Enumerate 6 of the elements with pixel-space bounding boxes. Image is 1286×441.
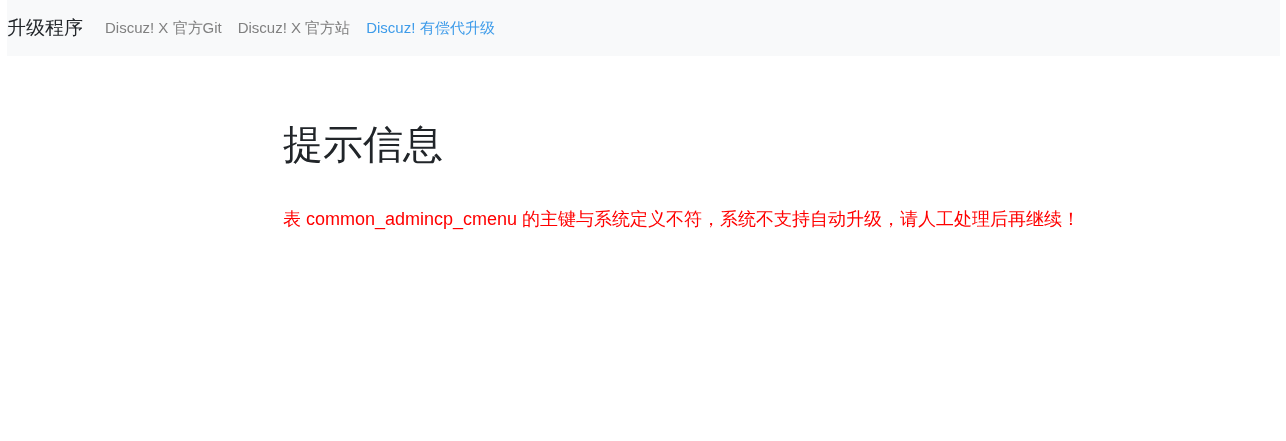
nav-link[interactable]: Discuz! 有偿代升级: [358, 16, 503, 40]
error-message: 表 common_admincp_cmenu 的主键与系统定义不符，系统不支持自动升级，请人工处理后再继续！: [283, 208, 1082, 232]
nav-link[interactable]: Discuz! X 官方站: [229, 16, 359, 40]
nav-link[interactable]: Discuz! X 官方Git: [97, 16, 230, 40]
page-title: 提示信息: [283, 121, 444, 168]
brand-link[interactable]: 升级程序: [7, 13, 83, 43]
